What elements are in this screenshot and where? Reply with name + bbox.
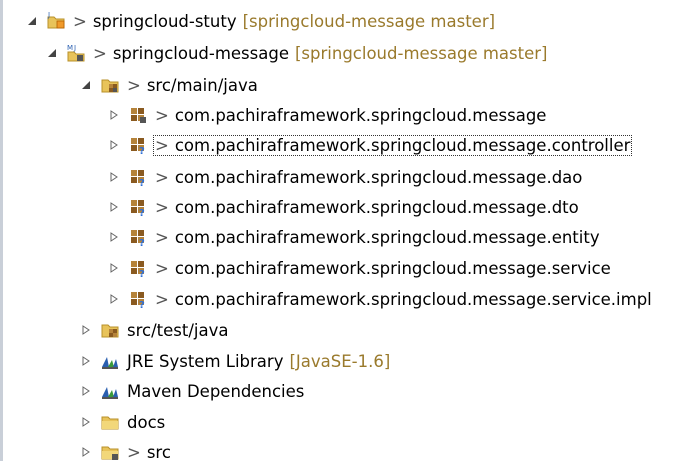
git-dirty-prefix: >	[155, 197, 169, 217]
tree-item-package[interactable]: ? > com.pachiraframework.springcloud.mes…	[108, 130, 633, 160]
package-name: com.pachiraframework.springcloud.message…	[174, 227, 600, 247]
tree-item-jre-library[interactable]: JRE System Library [JavaSE-1.6]	[80, 346, 391, 376]
maven-project-icon: M J	[66, 43, 86, 63]
git-dirty-prefix: >	[155, 258, 169, 278]
collapsed-arrow-icon[interactable]	[108, 109, 120, 121]
package-unversioned-icon: ?	[128, 135, 148, 155]
library-name: JRE System Library	[127, 351, 284, 371]
folder-icon	[100, 442, 120, 462]
collapsed-arrow-icon[interactable]	[80, 355, 92, 367]
project-name: springcloud-stuty	[92, 11, 237, 31]
collapsed-arrow-icon[interactable]	[108, 201, 120, 213]
package-name: com.pachiraframework.springcloud.message	[174, 105, 547, 125]
tree-item-label: > com.pachiraframework.springcloud.messa…	[154, 259, 612, 278]
tree-item-package[interactable]: ? > com.pachiraframework.springcloud.mes…	[108, 253, 612, 283]
package-name: com.pachiraframework.springcloud.message…	[174, 258, 611, 278]
tree-item-src-test-java[interactable]: src/test/java	[80, 315, 229, 345]
package-icon	[128, 105, 148, 125]
project-folder-git-icon: J	[46, 11, 66, 31]
expanded-arrow-icon[interactable]	[80, 79, 92, 91]
svg-text:J: J	[47, 11, 50, 19]
collapsed-arrow-icon[interactable]	[108, 293, 120, 305]
source-folder-icon	[100, 75, 120, 95]
source-folder-name: src/test/java	[127, 320, 229, 340]
tree-item-label: > springcloud-stuty [springcloud-message…	[72, 12, 496, 31]
tree-item-label: > com.pachiraframework.springcloud.messa…	[154, 290, 653, 309]
folder-name: src	[146, 442, 171, 462]
tree-item-root-project[interactable]: J > springcloud-stuty [springcloud-messa…	[26, 6, 496, 36]
git-branch-decoration: [springcloud-message master]	[242, 11, 496, 31]
git-dirty-prefix: >	[155, 289, 169, 309]
svg-text:?: ?	[139, 146, 145, 155]
tree-item-label: > com.pachiraframework.springcloud.messa…	[154, 106, 547, 125]
package-unversioned-icon: ?	[128, 227, 148, 247]
tree-item-label: src/test/java	[126, 321, 229, 340]
tree-item-label: > com.pachiraframework.springcloud.messa…	[152, 134, 633, 156]
git-dirty-prefix: >	[155, 227, 169, 247]
tree-item-src-main-java[interactable]: > src/main/java	[80, 70, 259, 100]
tree-item-label: > src/main/java	[126, 76, 259, 95]
tree-item-label: > com.pachiraframework.springcloud.messa…	[154, 198, 580, 217]
folder-name: docs	[127, 412, 166, 432]
library-icon	[100, 351, 120, 371]
package-name: com.pachiraframework.springcloud.message…	[174, 167, 583, 187]
git-dirty-prefix: >	[73, 11, 87, 31]
collapsed-arrow-icon[interactable]	[108, 171, 120, 183]
collapsed-arrow-icon[interactable]	[108, 231, 120, 243]
svg-text:?: ?	[139, 238, 145, 247]
library-icon	[100, 381, 120, 401]
package-unversioned-icon: ?	[128, 289, 148, 309]
folder-icon	[100, 412, 120, 432]
view-left-border	[0, 0, 3, 461]
package-unversioned-icon: ?	[128, 258, 148, 278]
collapsed-arrow-icon[interactable]	[80, 446, 92, 458]
tree-item-label: > com.pachiraframework.springcloud.messa…	[154, 228, 601, 247]
tree-item-label: > springcloud-message [springcloud-messa…	[92, 44, 548, 63]
tree-item-module[interactable]: M J > springcloud-message [springcloud-m…	[46, 38, 548, 68]
tree-item-docs-folder[interactable]: docs	[80, 407, 166, 437]
library-name: Maven Dependencies	[127, 381, 305, 401]
package-unversioned-icon: ?	[128, 197, 148, 217]
package-name: com.pachiraframework.springcloud.message…	[174, 197, 579, 217]
tree-item-src-folder[interactable]: > src	[80, 437, 172, 467]
tree-item-label: > src	[126, 443, 172, 462]
tree-item-label: > com.pachiraframework.springcloud.messa…	[154, 168, 583, 187]
expanded-arrow-icon[interactable]	[26, 15, 38, 27]
collapsed-arrow-icon[interactable]	[80, 416, 92, 428]
svg-text:M: M	[67, 44, 73, 52]
tree-item-package[interactable]: ? > com.pachiraframework.springcloud.mes…	[108, 222, 601, 252]
package-name: com.pachiraframework.springcloud.message…	[174, 289, 652, 309]
collapsed-arrow-icon[interactable]	[108, 262, 120, 274]
svg-text:J: J	[73, 44, 76, 52]
package-name: com.pachiraframework.springcloud.message…	[174, 135, 631, 155]
tree-item-label: docs	[126, 413, 166, 432]
git-dirty-prefix: >	[127, 442, 141, 462]
tree-item-package[interactable]: ? > com.pachiraframework.springcloud.mes…	[108, 284, 653, 314]
source-folder-icon	[100, 320, 120, 340]
collapsed-arrow-icon[interactable]	[80, 385, 92, 397]
module-name: springcloud-message	[112, 43, 289, 63]
collapsed-arrow-icon[interactable]	[80, 324, 92, 336]
tree-item-maven-dependencies[interactable]: Maven Dependencies	[80, 376, 305, 406]
collapsed-arrow-icon[interactable]	[108, 139, 120, 151]
git-dirty-prefix: >	[93, 43, 107, 63]
expanded-arrow-icon[interactable]	[46, 47, 58, 59]
svg-text:?: ?	[139, 208, 145, 217]
svg-text:?: ?	[139, 300, 145, 309]
git-dirty-prefix: >	[155, 167, 169, 187]
tree-item-package[interactable]: ? > com.pachiraframework.springcloud.mes…	[108, 192, 580, 222]
svg-text:?: ?	[139, 269, 145, 278]
tree-item-package[interactable]: ? > com.pachiraframework.springcloud.mes…	[108, 162, 583, 192]
tree-item-label: Maven Dependencies	[126, 382, 305, 401]
source-folder-name: src/main/java	[146, 75, 258, 95]
git-dirty-prefix: >	[155, 135, 169, 155]
git-dirty-prefix: >	[127, 75, 141, 95]
package-unversioned-icon: ?	[128, 167, 148, 187]
jre-version-decoration: [JavaSE-1.6]	[289, 351, 391, 371]
tree-item-label: JRE System Library [JavaSE-1.6]	[126, 352, 391, 371]
svg-text:?: ?	[139, 178, 145, 187]
tree-item-package[interactable]: > com.pachiraframework.springcloud.messa…	[108, 100, 547, 130]
git-dirty-prefix: >	[155, 105, 169, 125]
git-branch-decoration: [springcloud-message master]	[295, 43, 548, 63]
